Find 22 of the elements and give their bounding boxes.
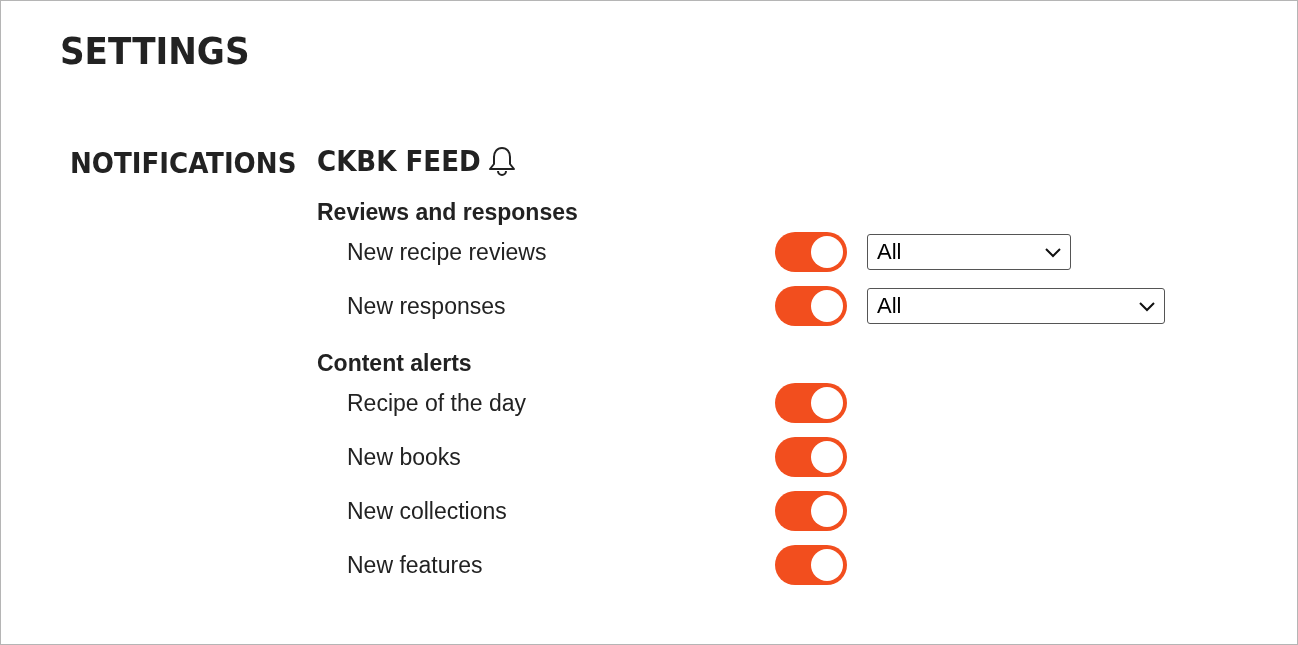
dropdown[interactable]: All: [867, 234, 1071, 270]
toggle-switch[interactable]: [775, 383, 847, 423]
dropdown[interactable]: All: [867, 288, 1165, 324]
toggle-switch[interactable]: [775, 437, 847, 477]
group-heading: Reviews and responses: [317, 198, 579, 227]
setting-label: New features: [347, 551, 484, 579]
section-label: NOTIFICATIONS: [70, 145, 297, 182]
toggle-switch[interactable]: [775, 286, 847, 326]
toggle-switch[interactable]: [775, 545, 847, 585]
group-heading: Content alerts: [317, 349, 473, 378]
setting-label: New recipe reviews: [347, 238, 548, 266]
setting-label: New responses: [347, 292, 507, 320]
page-title: SETTINGS: [60, 28, 251, 75]
feed-title: CKBK FEED: [317, 144, 481, 178]
chevron-down-icon: [1044, 246, 1062, 258]
setting-label: New books: [347, 443, 462, 471]
bell-icon: [486, 145, 517, 177]
setting-label: New collections: [347, 497, 508, 525]
toggle-switch[interactable]: [775, 491, 847, 531]
chevron-down-icon: [1138, 300, 1156, 312]
setting-label: Recipe of the day: [347, 389, 527, 417]
toggle-switch[interactable]: [775, 232, 847, 272]
